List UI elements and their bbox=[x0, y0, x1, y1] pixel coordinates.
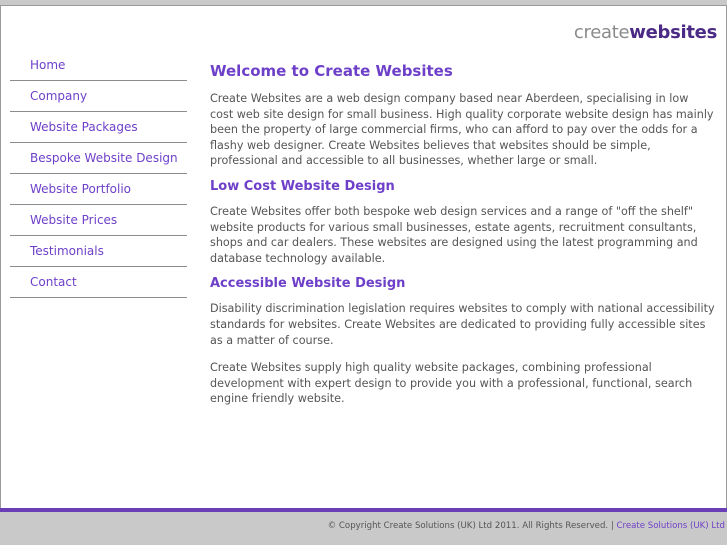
packages-paragraph: Create Websites supply high quality webs… bbox=[210, 361, 693, 406]
nav-item-website-prices[interactable]: Website Prices bbox=[10, 205, 187, 236]
section-heading-low-cost: Low Cost Website Design bbox=[210, 178, 395, 194]
footer-copyright: © Copyright Create Solutions (UK) Ltd 20… bbox=[327, 521, 617, 531]
page-container: createwebsites Home Company Website Pack… bbox=[0, 5, 727, 511]
low-cost-paragraph: Create Websites offer both bespoke web d… bbox=[210, 204, 698, 265]
nav-item-home[interactable]: Home bbox=[10, 50, 187, 81]
logo-text-websites: websites bbox=[629, 22, 717, 43]
intro-paragraph: Create Websites are a web design company… bbox=[210, 92, 714, 168]
nav-item-bespoke-website-design[interactable]: Bespoke Website Design bbox=[10, 143, 187, 174]
page-title: Welcome to Create Websites bbox=[210, 62, 453, 80]
nav-item-company[interactable]: Company bbox=[10, 81, 187, 112]
sidebar-nav: Home Company Website Packages Bespoke We… bbox=[10, 50, 187, 298]
accessible-paragraph: Disability discrimination legislation re… bbox=[210, 302, 715, 347]
nav-item-website-packages[interactable]: Website Packages bbox=[10, 112, 187, 143]
site-logo[interactable]: createwebsites bbox=[574, 22, 717, 43]
nav-item-contact[interactable]: Contact bbox=[10, 267, 187, 298]
footer: © Copyright Create Solutions (UK) Ltd 20… bbox=[328, 521, 725, 531]
section-heading-accessible: Accessible Website Design bbox=[210, 276, 406, 292]
footer-company-link[interactable]: Create Solutions (UK) Ltd bbox=[617, 521, 725, 531]
logo-text-create: create bbox=[573, 22, 630, 43]
footer-divider bbox=[0, 508, 727, 512]
nav-item-testimonials[interactable]: Testimonials bbox=[10, 236, 187, 267]
main-content: Welcome to Create Websites Create Websit… bbox=[210, 62, 715, 417]
nav-item-website-portfolio[interactable]: Website Portfolio bbox=[10, 174, 187, 205]
